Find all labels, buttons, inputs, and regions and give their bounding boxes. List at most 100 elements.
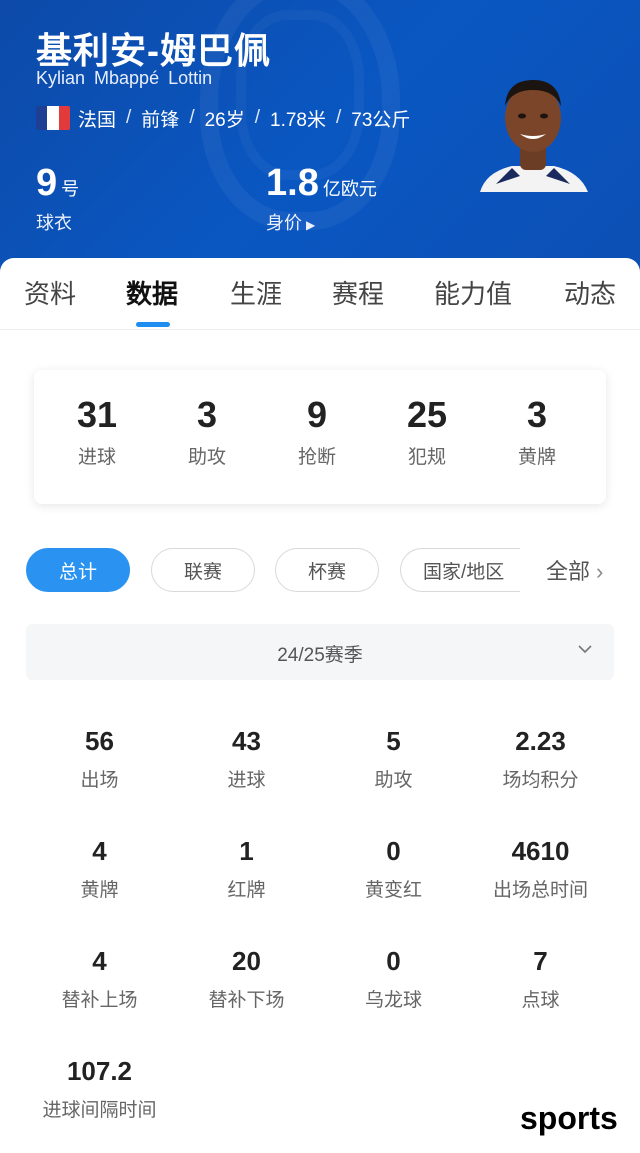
- summary-item: 3 助攻: [152, 394, 262, 469]
- stat-label: 点球: [521, 990, 560, 1011]
- tab-stats[interactable]: 数据: [126, 274, 178, 311]
- summary-value: 3: [526, 394, 548, 435]
- separator: /: [126, 107, 132, 128]
- shirt-label: 球衣: [36, 213, 72, 233]
- stat-label: 出场总时间: [492, 880, 588, 901]
- shirt-number-block: 9号 球衣: [36, 162, 79, 235]
- stat-cell: 56 出场: [26, 726, 173, 792]
- chevron-down-icon: [578, 645, 592, 654]
- player-name-en: Kylian Mbappé Lottin: [36, 68, 213, 88]
- season-selector[interactable]: 24/25赛季: [26, 624, 614, 680]
- summary-item: 25 犯规: [372, 394, 482, 469]
- stat-cell: 2.23 场均积分: [467, 726, 614, 792]
- summary-value: 31: [76, 394, 118, 435]
- content-panel: 资料 数据 生涯 赛程 能力值 动态 31 进球 3 助攻 9 抢断 25 犯规…: [0, 258, 640, 1153]
- player-avatar: [480, 80, 588, 192]
- summary-item: 3 黄牌: [482, 394, 592, 469]
- france-flag-icon: [36, 106, 70, 130]
- stat-cell: 0 乌龙球: [320, 946, 467, 1012]
- tab-bar: 资料 数据 生涯 赛程 能力值 动态: [0, 258, 640, 330]
- separator: /: [189, 107, 195, 128]
- separator: /: [254, 107, 261, 128]
- stat-value: 20: [232, 946, 261, 976]
- market-value-block[interactable]: 1.8 亿欧元 身价 ▶: [266, 162, 377, 235]
- stat-cell: 43 进球: [173, 726, 320, 792]
- tab-profile[interactable]: 资料: [24, 274, 76, 311]
- stat-label: 出场: [80, 770, 119, 791]
- stat-label: 替补上场: [61, 990, 138, 1011]
- stat-value: 0: [386, 836, 401, 866]
- player-header: 基利安-姆巴佩 Kylian Mbappé Lottin 法国 / 前锋 / 2…: [0, 0, 640, 290]
- stat-cell: 7 点球: [467, 946, 614, 1012]
- active-tab-indicator: [136, 322, 170, 327]
- player-position: 前锋: [141, 109, 180, 131]
- stat-value: 2.23: [515, 726, 566, 756]
- stat-value: 43: [232, 726, 261, 756]
- stat-cell: 20 替补下场: [173, 946, 320, 1012]
- market-value-label: 身价: [266, 213, 302, 233]
- market-value-link[interactable]: 身价 ▶: [266, 209, 377, 235]
- stat-label: 黄变红: [364, 880, 422, 901]
- summary-label: 黄牌: [517, 447, 556, 468]
- summary-label: 助攻: [187, 447, 226, 468]
- stat-value: 0: [386, 946, 401, 976]
- stat-cell: 1 红牌: [173, 836, 320, 902]
- tab-schedule[interactable]: 赛程: [332, 274, 384, 311]
- tab-ability[interactable]: 能力值: [434, 274, 512, 311]
- stat-cell: 4610 出场总时间: [467, 836, 614, 902]
- stat-cell: 4 黄牌: [26, 836, 173, 902]
- stat-value: 7: [533, 946, 548, 976]
- summary-card: 31 进球 3 助攻 9 抢断 25 犯规 3 黄牌: [34, 370, 606, 504]
- all-filters-button[interactable]: 全部 ›: [546, 554, 603, 586]
- player-weight: 73公斤: [351, 109, 411, 131]
- summary-value: 9: [306, 394, 328, 435]
- filter-cup[interactable]: 杯赛: [275, 548, 379, 592]
- stat-cell: 5 助攻: [320, 726, 467, 792]
- stat-value: 4: [92, 836, 107, 866]
- filter-bar: 总计 联赛 杯赛 国家/地区 全部 ›: [0, 546, 640, 594]
- stat-value: 56: [85, 726, 114, 756]
- chevron-right-icon: ›: [596, 559, 604, 584]
- stat-value: 5: [386, 726, 401, 756]
- stat-label: 进球间隔时间: [42, 1100, 157, 1121]
- stat-cell: 0 黄变红: [320, 836, 467, 902]
- shirt-number-unit: 号: [61, 179, 80, 199]
- stat-value: 107.2: [66, 1056, 133, 1086]
- play-arrow-icon: ▶: [306, 218, 316, 232]
- stat-label: 替补下场: [208, 990, 285, 1011]
- player-name-cn: 基利安-姆巴佩: [36, 30, 271, 71]
- player-age: 26岁: [204, 109, 245, 131]
- season-label: 24/25赛季: [277, 645, 363, 666]
- player-info-row: 法国 / 前锋 / 26岁 / 1.78米 / 73公斤: [36, 104, 410, 132]
- shirt-number: 9: [36, 162, 58, 204]
- player-height: 1.78米: [270, 109, 326, 131]
- summary-item: 9 抢断: [262, 394, 372, 469]
- stat-label: 进球: [227, 770, 266, 791]
- stat-label: 红牌: [227, 880, 266, 901]
- summary-value: 3: [196, 394, 218, 435]
- stat-value: 4: [92, 946, 107, 976]
- stat-value: 1: [239, 836, 254, 866]
- stat-label: 场均积分: [502, 770, 579, 791]
- stat-label: 黄牌: [80, 880, 119, 901]
- summary-label: 进球: [77, 447, 116, 468]
- summary-label: 犯规: [407, 447, 446, 468]
- filter-total[interactable]: 总计: [26, 548, 130, 592]
- stat-label: 助攻: [374, 770, 413, 791]
- stat-cell: 4 替补上场: [26, 946, 173, 1012]
- player-country: 法国: [78, 109, 117, 131]
- stats-grid: 56 出场 43 进球 5 助攻 2.23 场均积分 4 黄牌 1 红牌 0 黄…: [0, 726, 640, 1146]
- tab-career[interactable]: 生涯: [230, 274, 282, 311]
- sports-watermark: sports: [520, 1100, 618, 1136]
- stat-label: 乌龙球: [364, 990, 422, 1011]
- stat-cell: 107.2 进球间隔时间: [26, 1056, 173, 1122]
- summary-label: 抢断: [297, 447, 336, 468]
- tab-news[interactable]: 动态: [564, 274, 616, 311]
- summary-value: 25: [406, 394, 448, 435]
- stat-value: 4610: [511, 836, 570, 866]
- filter-league[interactable]: 联赛: [151, 548, 255, 592]
- filter-national[interactable]: 国家/地区: [400, 548, 520, 592]
- separator: /: [336, 107, 342, 128]
- market-value: 1.8: [266, 162, 319, 204]
- summary-item: 31 进球: [42, 394, 152, 469]
